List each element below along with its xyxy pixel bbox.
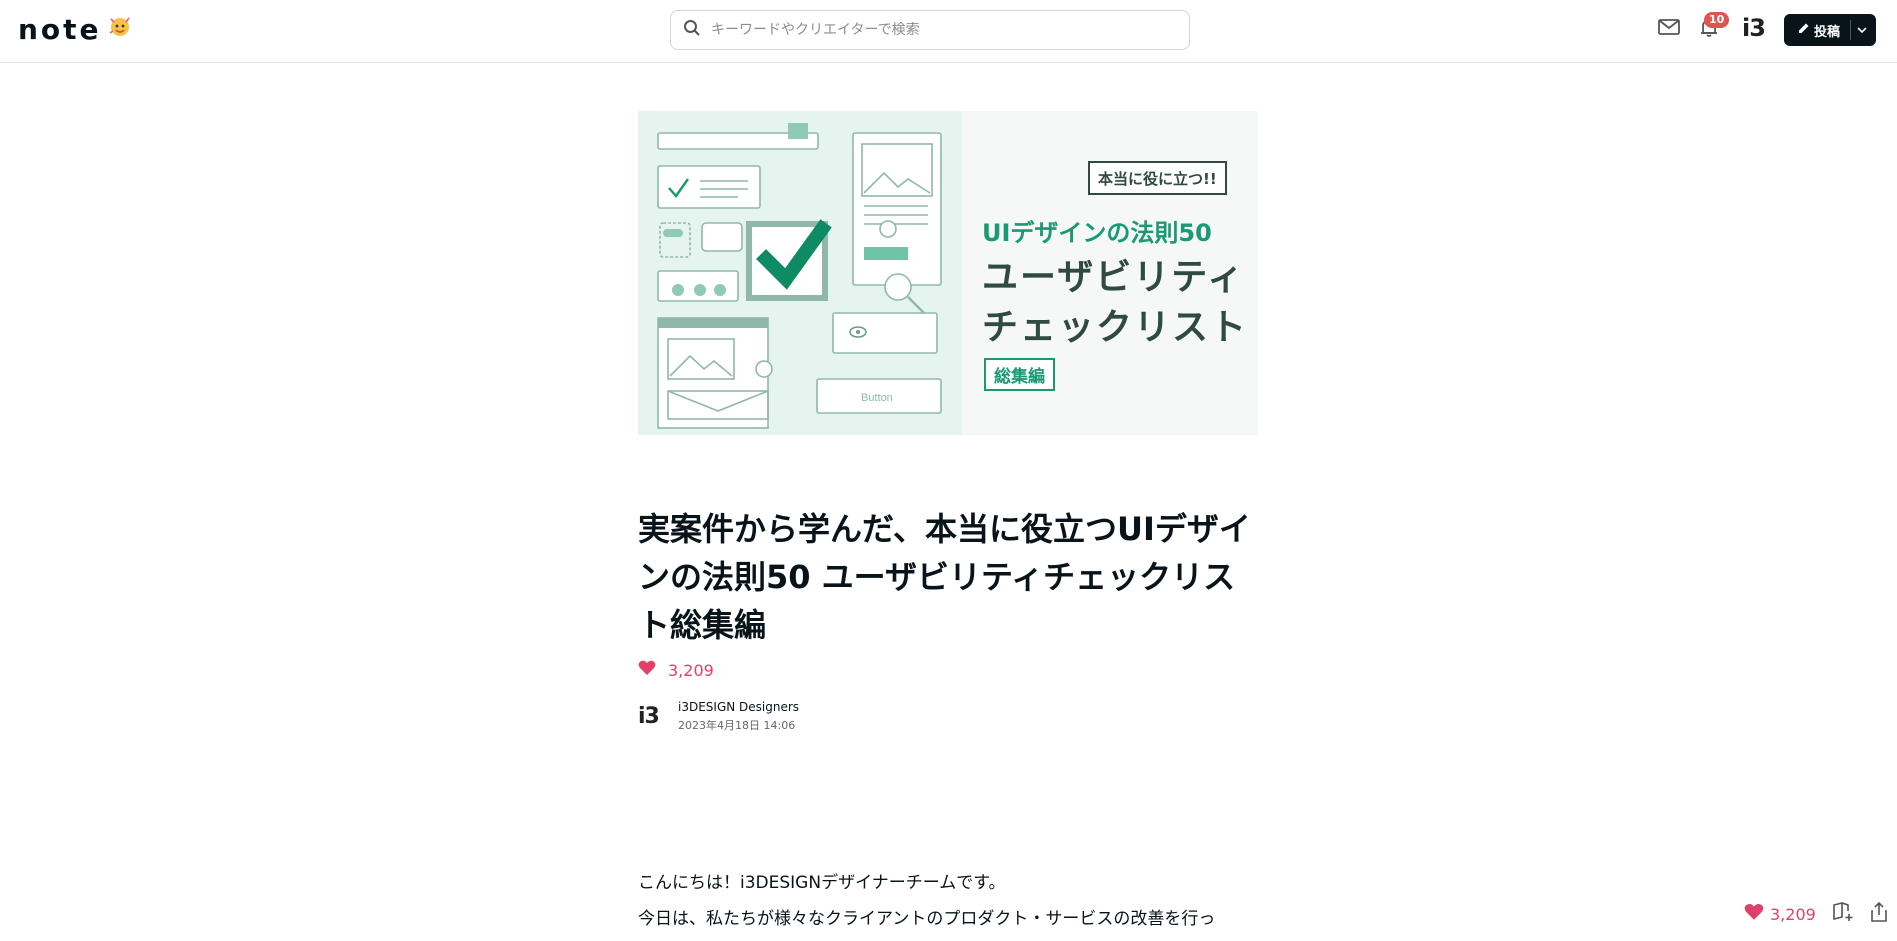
article-title: 実案件から学んだ、本当に役立つUIデザインの法則50 ユーザビリティチェックリス…: [638, 510, 1251, 644]
chevron-down-icon[interactable]: [1857, 23, 1867, 38]
hero-illustration: Button: [638, 111, 962, 435]
author-name[interactable]: i3DESIGN Designers: [678, 700, 799, 714]
floating-action-bar: 3,209: [1744, 901, 1888, 926]
hero-title-line1: ユーザビリティ: [982, 257, 1246, 298]
pencil-icon: [1798, 22, 1810, 38]
search-box[interactable]: [670, 10, 1190, 50]
notification-count-badge: 10: [1704, 12, 1730, 28]
mail-icon[interactable]: [1658, 18, 1680, 40]
share-icon[interactable]: [1870, 901, 1888, 926]
celebration-badge-icon: [106, 13, 134, 45]
like-button[interactable]: 3,209: [638, 660, 714, 680]
post-button-label: 投稿: [1814, 24, 1841, 40]
hero-tag: 本当に役に立つ!!: [1088, 161, 1227, 195]
top-header: note 10 i3 投稿: [0, 0, 1897, 63]
search-icon: [683, 19, 701, 41]
article-paragraph: こんにちは！i3DESIGNデザイナーチームです。: [638, 873, 1006, 893]
post-button[interactable]: 投稿: [1784, 14, 1876, 46]
user-avatar[interactable]: i3: [1742, 14, 1766, 42]
author-avatar[interactable]: i3: [638, 701, 670, 733]
like-count: 3,209: [668, 660, 714, 680]
search-input[interactable]: [711, 22, 1151, 38]
hero-subtitle: UIデザインの法則50: [982, 219, 1212, 247]
publish-date: 2023年4月18日 14:06: [678, 719, 796, 732]
logo-text: note: [18, 12, 102, 46]
hero-button-text: Button: [861, 392, 893, 404]
floating-like-count: 3,209: [1770, 904, 1816, 924]
heart-icon[interactable]: [1744, 903, 1764, 925]
hero-edition-label: 総集編: [984, 358, 1055, 391]
author-info: i3DESIGN Designers 2023年4月18日 14:06: [678, 700, 799, 733]
hero-title-line2: チェックリスト: [982, 307, 1249, 348]
heart-icon: [638, 660, 656, 680]
article-paragraph: 今日は、私たちが様々なクライアントのプロダクト・サービスの改善を行っ: [638, 909, 1216, 929]
button-divider: [1850, 20, 1852, 40]
magazine-add-icon[interactable]: [1832, 901, 1854, 926]
author-block[interactable]: i3 i3DESIGN Designers 2023年4月18日 14:06: [638, 700, 799, 733]
note-logo[interactable]: note: [18, 12, 134, 46]
